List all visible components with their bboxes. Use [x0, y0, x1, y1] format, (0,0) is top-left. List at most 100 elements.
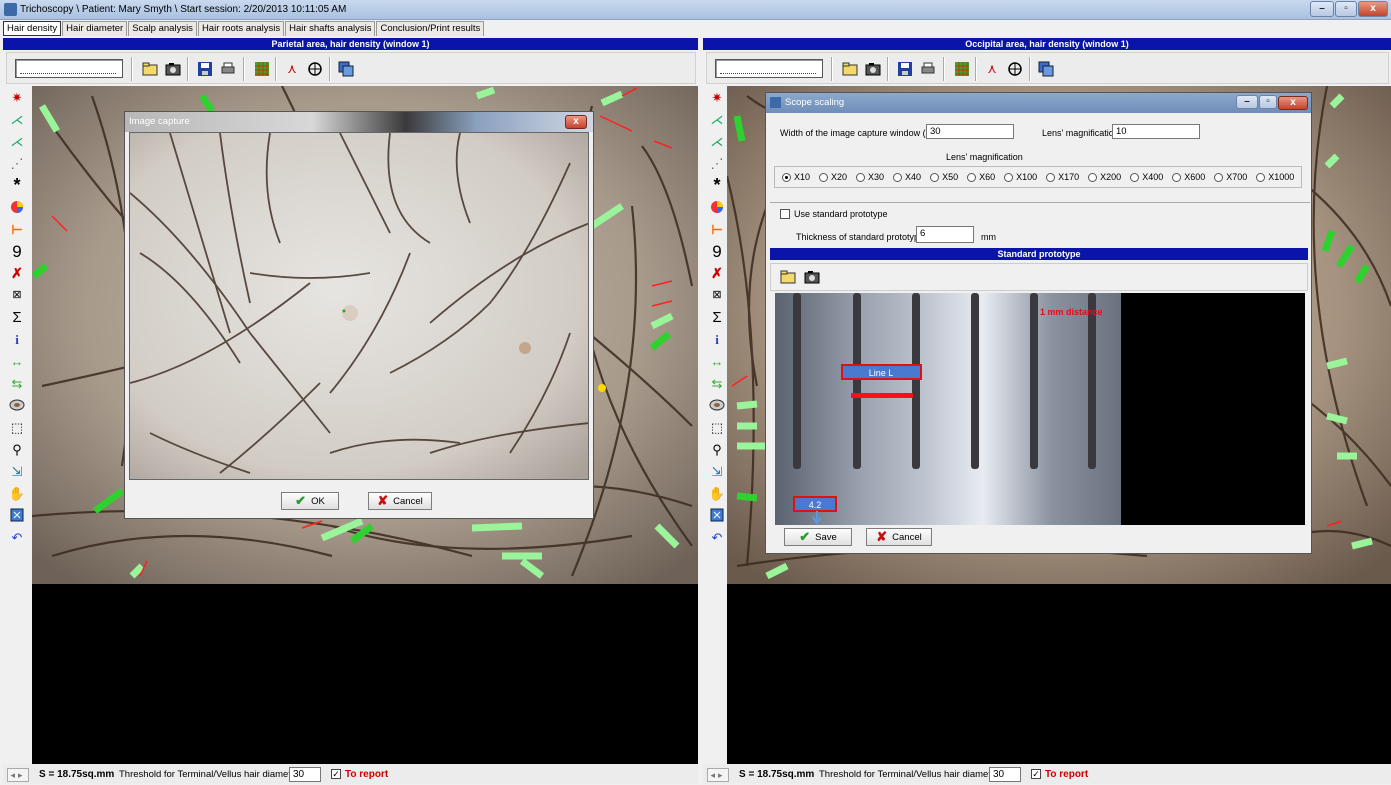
magnification-radio[interactable]: X40 [893, 172, 921, 182]
maximize-button[interactable]: ▫ [1335, 1, 1357, 17]
color-wheel-icon[interactable] [6, 196, 28, 218]
magnification-radio[interactable]: X20 [819, 172, 847, 182]
magnification-radio[interactable]: X200 [1088, 172, 1121, 182]
copy-icon[interactable] [1035, 59, 1057, 79]
save-disk-icon[interactable] [894, 59, 916, 79]
save-disk-icon[interactable] [194, 59, 216, 79]
print-icon[interactable] [917, 59, 939, 79]
compass-icon[interactable]: ⋏ [981, 59, 1003, 79]
color-wheel-icon[interactable] [706, 196, 728, 218]
open-folder-icon[interactable] [839, 59, 861, 79]
export-icon[interactable]: ⇲ [706, 460, 728, 482]
magnification-radio[interactable]: X10 [782, 172, 810, 182]
magnification-radio[interactable]: X600 [1172, 172, 1205, 182]
thickness-input[interactable]: 6 [916, 226, 974, 243]
delete-selection-icon[interactable]: ⊠ [6, 284, 28, 306]
swap-arrows-icon[interactable]: ⇆ [706, 372, 728, 394]
magnification-radio[interactable]: X100 [1004, 172, 1037, 182]
asterisk-icon[interactable]: * [6, 174, 28, 196]
number-nine-icon[interactable]: 9 [706, 240, 728, 262]
scroll-arrows[interactable]: ◂▸ [7, 768, 29, 782]
zoom-icon[interactable]: ⚲ [706, 438, 728, 460]
asterisk-icon[interactable]: * [706, 174, 728, 196]
tab-hair-diameter[interactable]: Hair diameter [62, 21, 128, 36]
tab-hair-roots-analysis[interactable]: Hair roots analysis [197, 21, 285, 36]
camera-icon[interactable] [862, 59, 884, 79]
move-arrows-icon[interactable]: ↔ [706, 350, 728, 372]
move-arrows-icon[interactable]: ↔ [6, 350, 28, 372]
right-combo[interactable] [715, 59, 823, 78]
magnification-radio[interactable]: X1000 [1256, 172, 1294, 182]
magnification-radio[interactable]: X700 [1214, 172, 1247, 182]
dialog-maximize-button[interactable]: ▫ [1259, 95, 1277, 109]
close-button[interactable]: x [1358, 1, 1388, 17]
magic-wand-icon[interactable]: ⋌ [6, 108, 28, 130]
zoom-icon[interactable]: ⚲ [6, 438, 28, 460]
print-icon[interactable] [217, 59, 239, 79]
magic-wand-select-icon[interactable]: ⋰ [6, 152, 28, 174]
open-folder-icon[interactable] [777, 267, 799, 287]
info-icon[interactable]: i [6, 328, 28, 350]
compass-icon[interactable]: ⋏ [281, 59, 303, 79]
open-folder-icon[interactable] [139, 59, 161, 79]
tab-hair-density[interactable]: Hair density [3, 21, 62, 36]
hand-icon[interactable]: ✋ [706, 482, 728, 504]
tab-conclusion-print[interactable]: Conclusion/Print results [376, 21, 485, 36]
grid-icon[interactable] [251, 59, 273, 79]
sum-icon[interactable]: Σ [6, 306, 28, 328]
select-rect-icon[interactable]: ⬚ [706, 416, 728, 438]
undo-icon[interactable]: ↶ [706, 526, 728, 548]
lens-magnification-input[interactable]: 10 [1112, 124, 1200, 139]
info-icon[interactable]: i [706, 328, 728, 350]
image-capture-close-button[interactable]: x [565, 115, 587, 129]
tab-scalp-analysis[interactable]: Scalp analysis [128, 21, 197, 36]
to-report-checkbox[interactable]: ✓ [331, 769, 341, 779]
threshold-input[interactable]: 30 [989, 767, 1021, 782]
magnification-radio[interactable]: X60 [967, 172, 995, 182]
threshold-input[interactable]: 30 [289, 767, 321, 782]
grid-icon[interactable] [951, 59, 973, 79]
magnification-radio[interactable]: X400 [1130, 172, 1163, 182]
select-rect-icon[interactable]: ⬚ [6, 416, 28, 438]
ruler-icon[interactable]: ⊢ [6, 218, 28, 240]
ok-button[interactable]: ✔ OK [281, 492, 339, 510]
magnification-radio[interactable]: X170 [1046, 172, 1079, 182]
fit-icon[interactable] [6, 504, 28, 526]
to-report-checkbox[interactable]: ✓ [1031, 769, 1041, 779]
fit-icon[interactable] [706, 504, 728, 526]
scroll-arrows[interactable]: ◂▸ [707, 768, 729, 782]
copy-icon[interactable] [335, 59, 357, 79]
left-combo[interactable] [15, 59, 123, 78]
dialog-minimize-button[interactable]: – [1236, 95, 1258, 109]
magic-wand-icon[interactable]: ✷ [6, 86, 28, 108]
export-icon[interactable]: ⇲ [6, 460, 28, 482]
magic-wand-select-icon[interactable]: ⋰ [706, 152, 728, 174]
prototype-image[interactable]: Line L 1 mm distance 4.2 [775, 293, 1305, 525]
ruler-icon[interactable]: ⊢ [706, 218, 728, 240]
scope-scaling-close-button[interactable]: x [1278, 96, 1308, 110]
magnification-radio[interactable]: X50 [930, 172, 958, 182]
tab-hair-shafts-analysis[interactable]: Hair shafts analysis [285, 21, 376, 36]
sum-icon[interactable]: Σ [706, 306, 728, 328]
camera-icon[interactable] [801, 267, 823, 287]
magnification-radio[interactable]: X30 [856, 172, 884, 182]
delete-icon[interactable]: ✗ [6, 262, 28, 284]
number-nine-icon[interactable]: 9 [6, 240, 28, 262]
oval-icon[interactable] [706, 394, 728, 416]
undo-icon[interactable]: ↶ [6, 526, 28, 548]
crosshair-icon[interactable] [1004, 59, 1026, 79]
save-button[interactable]: ✔ Save [784, 528, 852, 546]
delete-selection-icon[interactable]: ⊠ [706, 284, 728, 306]
swap-arrows-icon[interactable]: ⇆ [6, 372, 28, 394]
delete-icon[interactable]: ✗ [706, 262, 728, 284]
magic-wand-icon[interactable]: ⋌ [706, 130, 728, 152]
magic-wand-icon[interactable]: ⋌ [706, 108, 728, 130]
camera-icon[interactable] [162, 59, 184, 79]
minimize-button[interactable]: – [1310, 1, 1334, 17]
hand-icon[interactable]: ✋ [6, 482, 28, 504]
use-standard-checkbox[interactable] [780, 209, 790, 219]
oval-icon[interactable] [6, 394, 28, 416]
cancel-button[interactable]: ✘ Cancel [866, 528, 932, 546]
magic-wand-icon[interactable]: ⋌ [6, 130, 28, 152]
cancel-button[interactable]: ✘ Cancel [368, 492, 432, 510]
